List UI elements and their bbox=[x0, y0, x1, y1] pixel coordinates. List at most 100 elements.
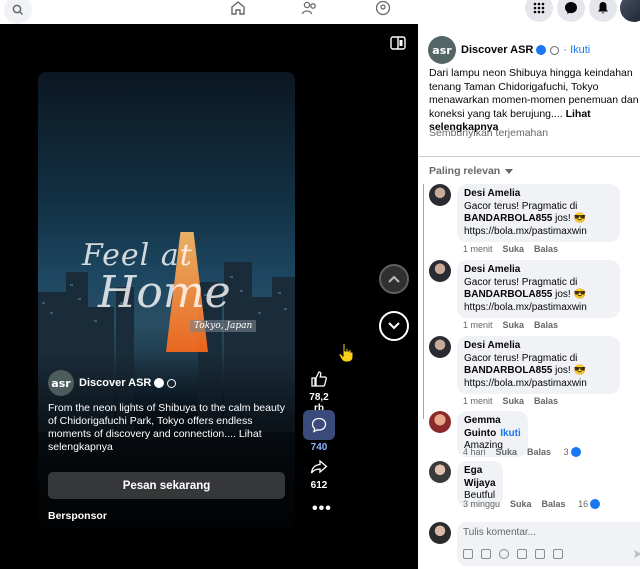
promo-line-2: Home bbox=[98, 267, 231, 318]
messenger-button[interactable] bbox=[557, 0, 585, 22]
comment-author[interactable]: Desi Amelia bbox=[464, 264, 613, 277]
like-reaction-icon bbox=[590, 499, 601, 509]
grid-menu-icon bbox=[533, 2, 545, 14]
comment-author[interactable]: Desi Amelia bbox=[464, 188, 613, 201]
pane-header: asr Discover ASR · Ikuti bbox=[428, 36, 590, 64]
comment-time[interactable]: 1 menit bbox=[463, 244, 493, 254]
comment-bold-text: BANDARBOLA855 bbox=[464, 365, 553, 376]
search-button[interactable] bbox=[4, 0, 32, 24]
share-arrow-icon bbox=[310, 459, 328, 474]
camera-icon[interactable] bbox=[517, 549, 527, 559]
previous-reel-button[interactable] bbox=[379, 264, 409, 294]
comment-bold-text: BANDARBOLA855 bbox=[464, 289, 553, 300]
sort-label: Paling relevan bbox=[429, 165, 501, 177]
reaction-count: 16 bbox=[578, 499, 589, 509]
comment-author[interactable]: Gemma Guinto bbox=[464, 415, 501, 439]
friends-icon bbox=[301, 1, 316, 15]
commenter-avatar[interactable] bbox=[429, 184, 451, 206]
book-now-button[interactable]: Pesan sekarang bbox=[48, 472, 285, 499]
comment-text: Gacor terus! Pragmatic di bbox=[464, 200, 578, 212]
comment-time[interactable]: 3 minggu bbox=[463, 499, 500, 509]
exit-fullscreen-icon[interactable] bbox=[390, 35, 406, 51]
composer-toolbar bbox=[463, 549, 563, 559]
account-avatar[interactable] bbox=[620, 0, 640, 22]
reaction-count: 3 bbox=[563, 447, 569, 457]
comment-time[interactable]: 1 menit bbox=[463, 396, 493, 406]
more-options-icon[interactable]: ••• bbox=[312, 500, 332, 518]
comment-reactions[interactable]: 16 bbox=[578, 499, 601, 509]
comment-reply-button[interactable]: Balas bbox=[542, 499, 566, 509]
like-action[interactable]: 78,2 rb bbox=[303, 368, 335, 414]
avatar-sticker-icon[interactable] bbox=[463, 549, 473, 559]
comment-meta: 1 menit Suka Balas bbox=[463, 320, 558, 330]
home-icon bbox=[231, 1, 245, 15]
caret-down-icon bbox=[505, 168, 514, 174]
sponsored-label: Bersponsor bbox=[48, 510, 107, 522]
comments-pane: asr Discover ASR · Ikuti Dari lampu neon… bbox=[418, 24, 640, 569]
comment-time[interactable]: 4 hari bbox=[463, 447, 486, 457]
comment-author[interactable]: Desi Amelia bbox=[464, 340, 613, 353]
hide-translation-link[interactable]: Sembunyikan terjemahan bbox=[429, 127, 548, 139]
comment-like-button[interactable]: Suka bbox=[510, 499, 532, 509]
card-page-row[interactable]: asr Discover ASR bbox=[48, 370, 177, 396]
comment-reactions[interactable]: 3 bbox=[564, 447, 581, 457]
sticker-icon[interactable] bbox=[553, 549, 563, 559]
next-reel-button[interactable] bbox=[379, 311, 409, 341]
comment-bubble: Desi Amelia Gacor terus! Pragmatic di BA… bbox=[457, 336, 620, 394]
comment-like-button[interactable]: Suka bbox=[496, 447, 518, 457]
pane-page-avatar[interactable]: asr bbox=[428, 36, 456, 64]
emoji-icon[interactable] bbox=[499, 549, 509, 559]
follow-button[interactable]: · Ikuti bbox=[563, 44, 590, 56]
send-icon[interactable] bbox=[633, 549, 640, 559]
verified-badge-icon bbox=[154, 378, 165, 388]
reel-viewer: Feel at Home Tokyo, Japan asr Discover A… bbox=[0, 24, 418, 569]
comment-meta: 3 minggu Suka Balas 16 bbox=[463, 499, 601, 509]
comment-reply-button[interactable]: Balas bbox=[534, 244, 558, 254]
comment-like-button[interactable]: Suka bbox=[503, 320, 525, 330]
camera-effects-icon[interactable] bbox=[481, 549, 491, 559]
search-icon bbox=[12, 4, 24, 16]
comment-reply-button[interactable]: Balas bbox=[534, 396, 558, 406]
comment-sort-dropdown[interactable]: Paling relevan bbox=[429, 165, 514, 177]
card-page-name[interactable]: Discover ASR bbox=[79, 377, 151, 389]
card-caption[interactable]: From the neon lights of Shibuya to the c… bbox=[48, 402, 286, 454]
share-action[interactable]: 612 bbox=[303, 456, 335, 491]
comment-reply-button[interactable]: Balas bbox=[527, 447, 551, 457]
comment-like-button[interactable]: Suka bbox=[503, 244, 525, 254]
promo-headline: Feel at Home bbox=[82, 238, 231, 318]
gif-icon[interactable] bbox=[535, 549, 545, 559]
promo-location: Tokyo, Japan bbox=[190, 320, 257, 332]
follow-commenter-button[interactable]: Ikuti bbox=[500, 428, 521, 439]
groups-nav-button[interactable] bbox=[373, 0, 393, 16]
notifications-button[interactable] bbox=[589, 0, 617, 22]
reel-video-card[interactable]: Feel at Home Tokyo, Japan asr Discover A… bbox=[38, 72, 295, 529]
comment-link[interactable]: https://bola.mx/pastimaxwin bbox=[464, 302, 587, 313]
home-nav-button[interactable] bbox=[228, 0, 248, 16]
comment-like-button[interactable]: Suka bbox=[503, 396, 525, 406]
comment-action[interactable]: 740 bbox=[303, 410, 335, 453]
comment-bold-text: BANDARBOLA855 bbox=[464, 213, 553, 224]
share-count: 612 bbox=[310, 480, 328, 491]
comment-link[interactable]: https://bola.mx/pastimaxwin bbox=[464, 378, 587, 389]
comment-text-suffix: jos! 😎 bbox=[552, 365, 586, 376]
comment-text-suffix: jos! 😎 bbox=[552, 289, 586, 300]
commenter-avatar[interactable] bbox=[429, 411, 451, 433]
comment-author[interactable]: Ega Wijaya bbox=[464, 465, 496, 490]
comment-meta: 1 menit Suka Balas bbox=[463, 396, 558, 406]
hand-cursor-icon bbox=[338, 342, 354, 363]
verified-badge-icon bbox=[536, 45, 547, 55]
commenter-avatar[interactable] bbox=[429, 336, 451, 358]
comment-time[interactable]: 1 menit bbox=[463, 320, 493, 330]
commenter-avatar[interactable] bbox=[429, 260, 451, 282]
friends-nav-button[interactable] bbox=[300, 0, 320, 16]
comment-bubble: Desi Amelia Gacor terus! Pragmatic di BA… bbox=[457, 184, 620, 242]
comment-link[interactable]: https://bola.mx/pastimaxwin bbox=[464, 226, 587, 237]
card-page-avatar[interactable]: asr bbox=[48, 370, 74, 396]
commenter-avatar[interactable] bbox=[429, 461, 451, 483]
messenger-icon bbox=[565, 2, 577, 14]
comment-input[interactable]: Tulis komentar... bbox=[457, 522, 640, 566]
menu-button[interactable] bbox=[525, 0, 553, 22]
comment-reply-button[interactable]: Balas bbox=[534, 320, 558, 330]
pane-page-name[interactable]: Discover ASR bbox=[461, 44, 533, 56]
pane-caption: Dari lampu neon Shibuya hingga keindahan… bbox=[429, 67, 639, 135]
